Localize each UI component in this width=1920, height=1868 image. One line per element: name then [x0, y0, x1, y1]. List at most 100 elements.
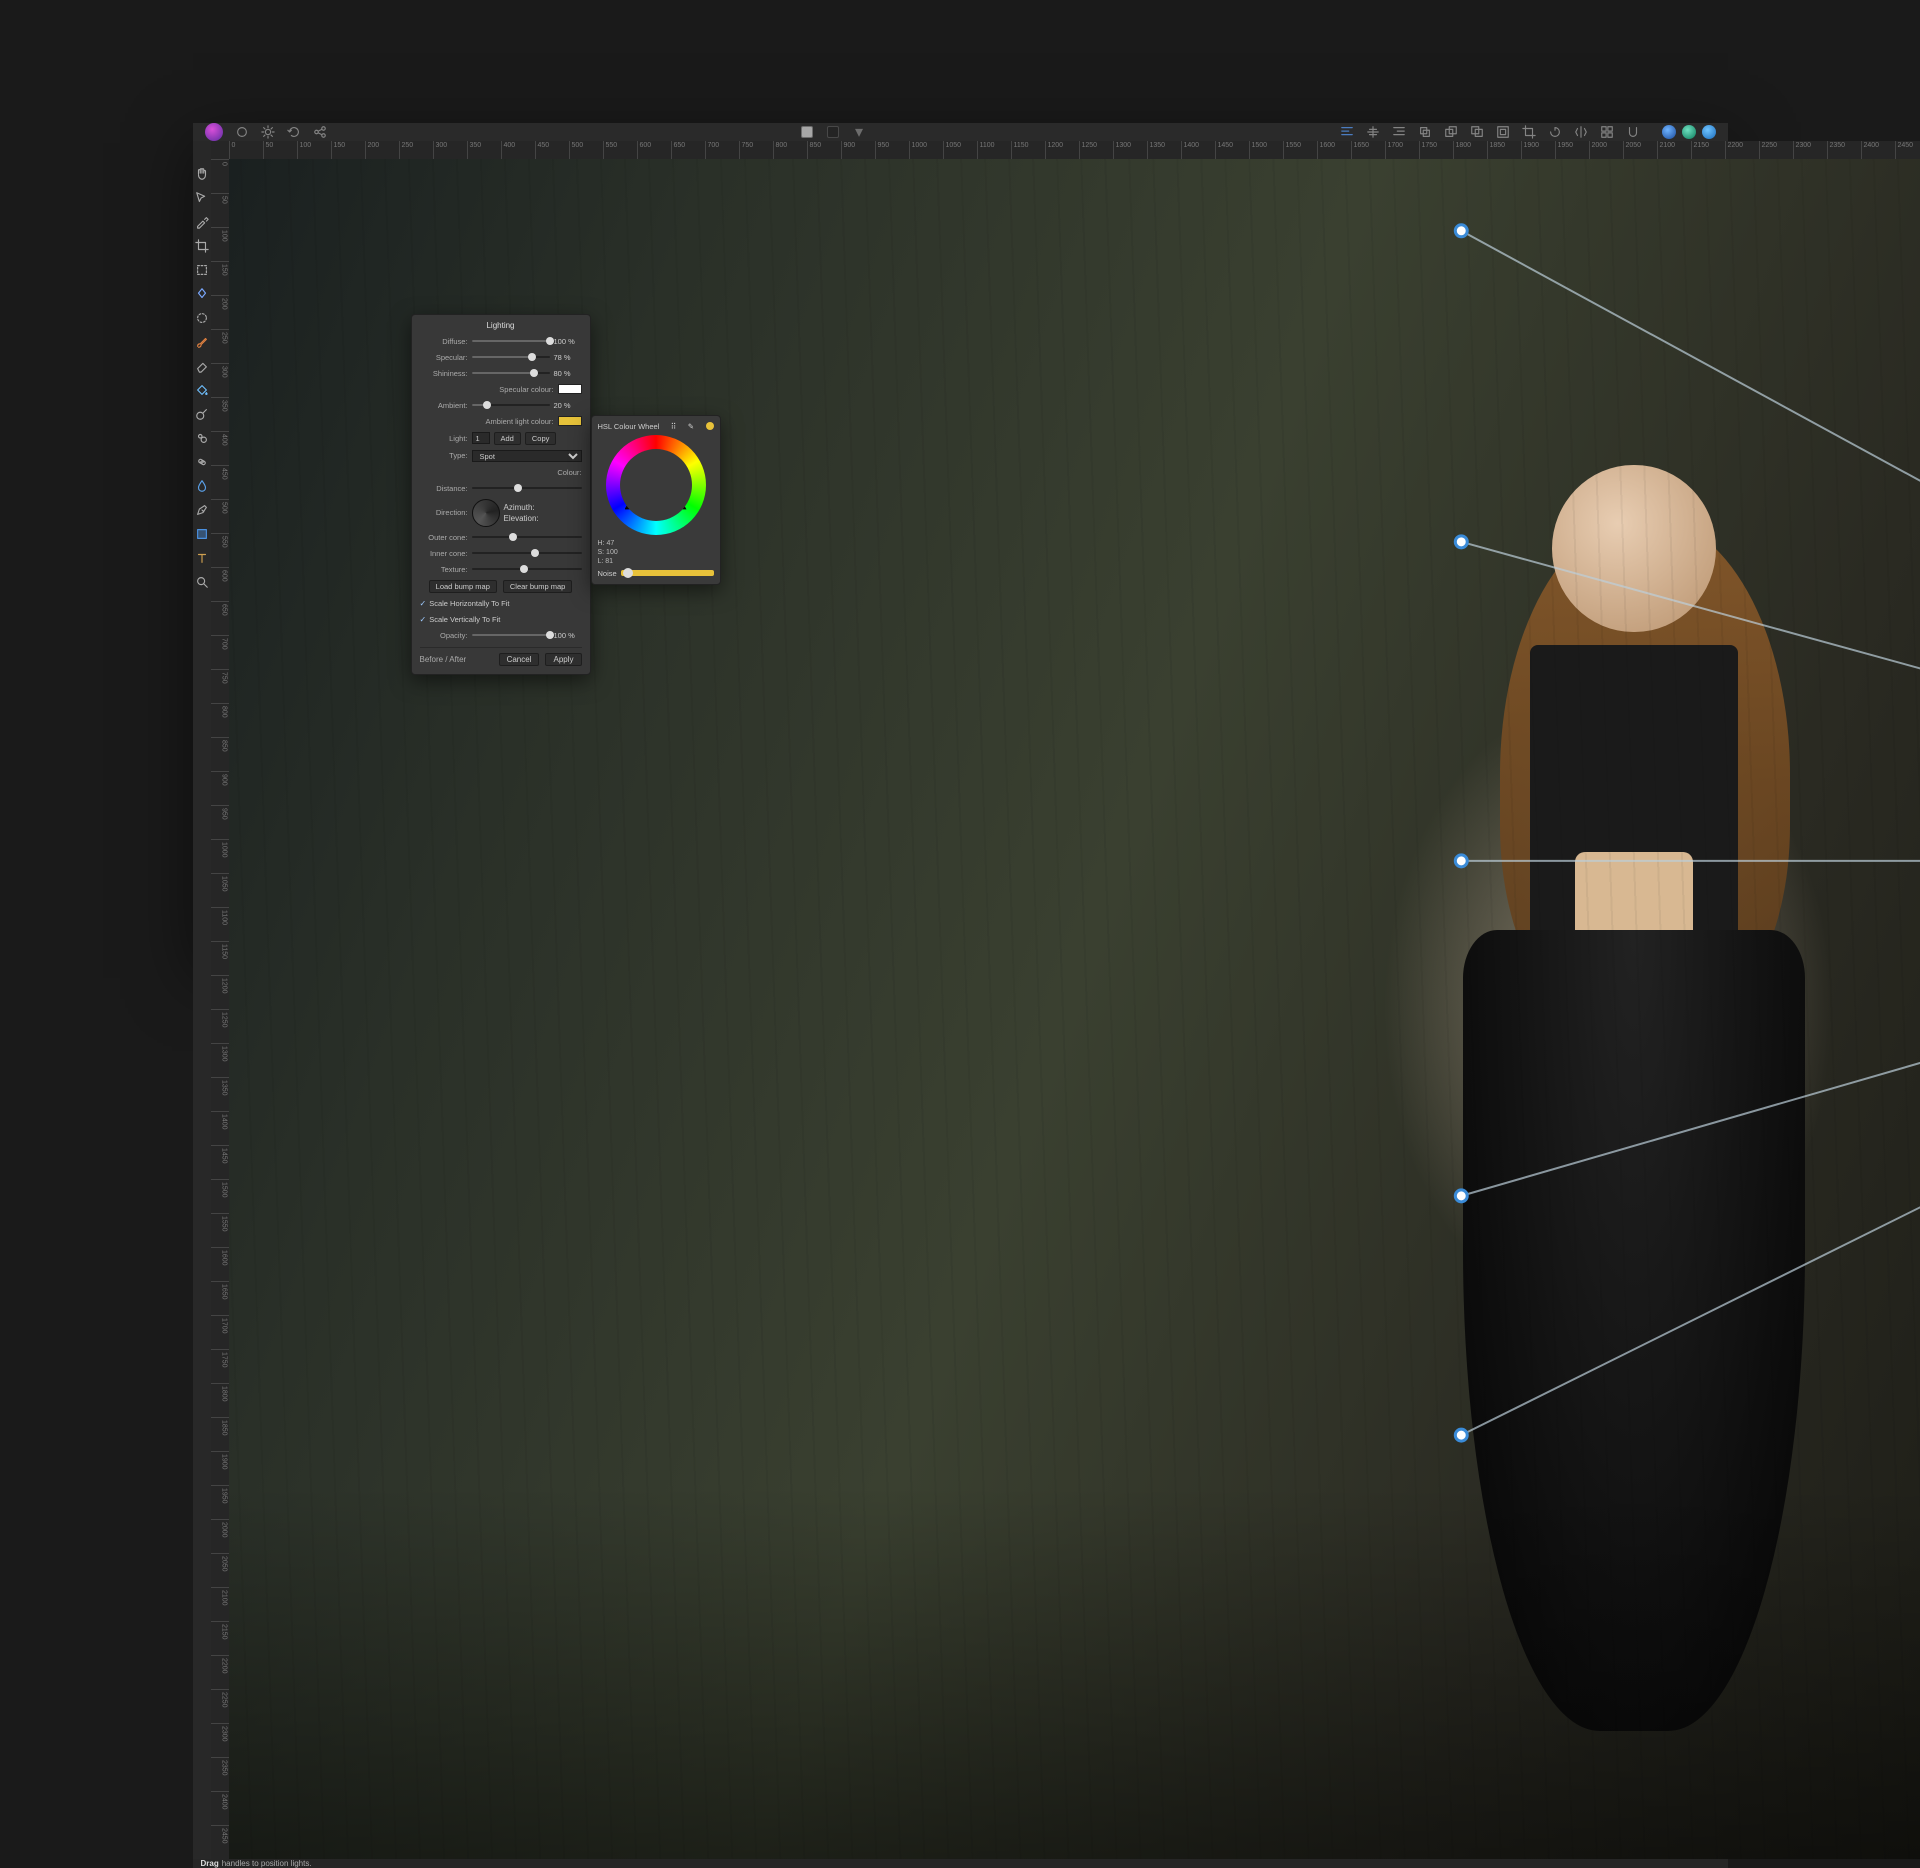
outer-cone-slider[interactable]	[472, 536, 582, 538]
pen-tool-icon[interactable]	[193, 501, 211, 519]
selection-tool-icon[interactable]	[193, 261, 211, 279]
move-front-icon[interactable]	[1470, 125, 1484, 139]
chevron-down-icon[interactable]: ▾	[852, 125, 866, 139]
diffuse-value: 100 %	[554, 337, 582, 346]
rotate-icon[interactable]	[1548, 125, 1562, 139]
light-colour-label: Colour:	[557, 468, 581, 477]
hsl-wheel[interactable]	[606, 435, 706, 535]
cancel-button[interactable]: Cancel	[499, 653, 540, 666]
fill-tool-icon[interactable]	[193, 381, 211, 399]
noise-label: Noise	[598, 569, 617, 578]
opacity-slider[interactable]	[472, 634, 550, 636]
apply-button[interactable]: Apply	[545, 653, 581, 666]
align-left-icon[interactable]	[1340, 125, 1354, 139]
refresh-icon[interactable]	[287, 125, 301, 139]
paint-brush-tool-icon[interactable]	[193, 333, 211, 351]
colour-picker-tool-icon[interactable]	[193, 213, 211, 231]
snap-icon[interactable]	[1626, 125, 1640, 139]
heal-tool-icon[interactable]	[193, 453, 211, 471]
ambient-colour-label: Ambient light colour:	[486, 417, 554, 426]
diffuse-slider[interactable]	[472, 340, 550, 342]
text-tool-icon[interactable]	[193, 549, 211, 567]
shininess-slider[interactable]	[472, 372, 550, 374]
status-bar: Drag handles to position lights.	[193, 1859, 1728, 1868]
eyedropper-icon[interactable]: ✎	[688, 422, 694, 431]
main-area: 0501001502002503003504004505005506006507…	[193, 141, 1728, 1859]
ambient-label: Ambient:	[420, 401, 468, 410]
elevation-label: Elevation:	[504, 514, 539, 523]
hsl-colour-popover[interactable]: HSL Colour Wheel ⠿ ✎ H: 47S: 100L: 81 Nois…	[591, 415, 721, 585]
erase-tool-icon[interactable]	[193, 357, 211, 375]
opacity-label: Opacity:	[420, 631, 468, 640]
clear-bump-button[interactable]: Clear bump map	[503, 580, 572, 593]
dodge-tool-icon[interactable]	[193, 405, 211, 423]
specular-value: 78 %	[554, 353, 582, 362]
specular-slider[interactable]	[472, 356, 550, 358]
flip-icon[interactable]	[1574, 125, 1588, 139]
status-text: handles to position lights.	[222, 1859, 312, 1868]
hsl-menu-icon[interactable]: ⠿	[671, 422, 677, 431]
blur-tool-icon[interactable]	[193, 477, 211, 495]
context-light-icon[interactable]	[800, 125, 814, 139]
light-index-input[interactable]	[472, 432, 490, 444]
canvas[interactable]: Lighting Diffuse:100 % Specular:78 % Shi…	[229, 159, 1920, 1859]
app-window: ▾	[193, 123, 1728, 958]
ambient-value: 20 %	[554, 401, 582, 410]
persona-photo-icon[interactable]	[1662, 125, 1676, 139]
shininess-value: 80 %	[554, 369, 582, 378]
align-right-icon[interactable]	[1392, 125, 1406, 139]
copy-light-button[interactable]: Copy	[525, 432, 557, 445]
texture-slider[interactable]	[472, 568, 582, 570]
file-open-icon[interactable]	[235, 125, 249, 139]
canvas-area: 0501001502002503003504004505005506006507…	[211, 141, 1920, 1859]
outer-cone-label: Outer cone:	[420, 533, 468, 542]
hsl-readout: H: 47S: 100L: 81	[598, 539, 714, 566]
crop-icon[interactable]	[1522, 125, 1536, 139]
lighting-title: Lighting	[420, 321, 582, 330]
crop-tool-icon[interactable]	[193, 237, 211, 255]
gear-icon[interactable]	[261, 125, 275, 139]
direction-label: Direction:	[420, 508, 468, 517]
azimuth-label: Azimuth:	[504, 503, 539, 512]
hsl-swatch-icon[interactable]	[706, 422, 714, 430]
arrange-icon[interactable]	[1418, 125, 1432, 139]
distance-label: Distance:	[420, 484, 468, 493]
light-type-select[interactable]: Spot	[472, 450, 582, 462]
hsl-title: HSL Colour Wheel	[598, 422, 660, 431]
app-logo-icon	[205, 123, 223, 141]
direction-dial[interactable]	[472, 499, 500, 527]
group-icon[interactable]	[1496, 125, 1510, 139]
ambient-colour-swatch[interactable]	[558, 416, 582, 426]
align-center-icon[interactable]	[1366, 125, 1380, 139]
scale-h-check[interactable]: Scale Horizontally To Fit	[420, 599, 510, 608]
specular-colour-swatch[interactable]	[558, 384, 582, 394]
persona-develop-icon[interactable]	[1702, 125, 1716, 139]
inner-cone-label: Inner cone:	[420, 549, 468, 558]
persona-liquify-icon[interactable]	[1682, 125, 1696, 139]
diffuse-label: Diffuse:	[420, 337, 468, 346]
shape-tool-icon[interactable]	[193, 525, 211, 543]
zoom-tool-icon[interactable]	[193, 573, 211, 591]
move-back-icon[interactable]	[1444, 125, 1458, 139]
status-bold: Drag	[201, 1859, 219, 1868]
brush-selection-tool-icon[interactable]	[193, 309, 211, 327]
load-bump-button[interactable]: Load bump map	[429, 580, 497, 593]
inner-cone-slider[interactable]	[472, 552, 582, 554]
before-after-toggle[interactable]: Before / After	[420, 655, 467, 664]
share-icon[interactable]	[313, 125, 327, 139]
shininess-label: Shininess:	[420, 369, 468, 378]
noise-slider[interactable]	[621, 570, 714, 576]
ambient-slider[interactable]	[472, 404, 550, 406]
distance-slider[interactable]	[472, 487, 582, 489]
move-tool-icon[interactable]	[193, 189, 211, 207]
clone-tool-icon[interactable]	[193, 429, 211, 447]
flood-select-tool-icon[interactable]	[193, 285, 211, 303]
scale-v-check[interactable]: Scale Vertically To Fit	[420, 615, 501, 624]
grid-icon[interactable]	[1600, 125, 1614, 139]
add-light-button[interactable]: Add	[494, 432, 521, 445]
specular-colour-label: Specular colour:	[499, 385, 553, 394]
hand-tool-icon[interactable]	[193, 165, 211, 183]
ruler-vertical: 0501001502002503003504004505005506006507…	[211, 159, 229, 1859]
lighting-panel[interactable]: Lighting Diffuse:100 % Specular:78 % Shi…	[411, 314, 591, 675]
context-dark-icon[interactable]	[826, 125, 840, 139]
